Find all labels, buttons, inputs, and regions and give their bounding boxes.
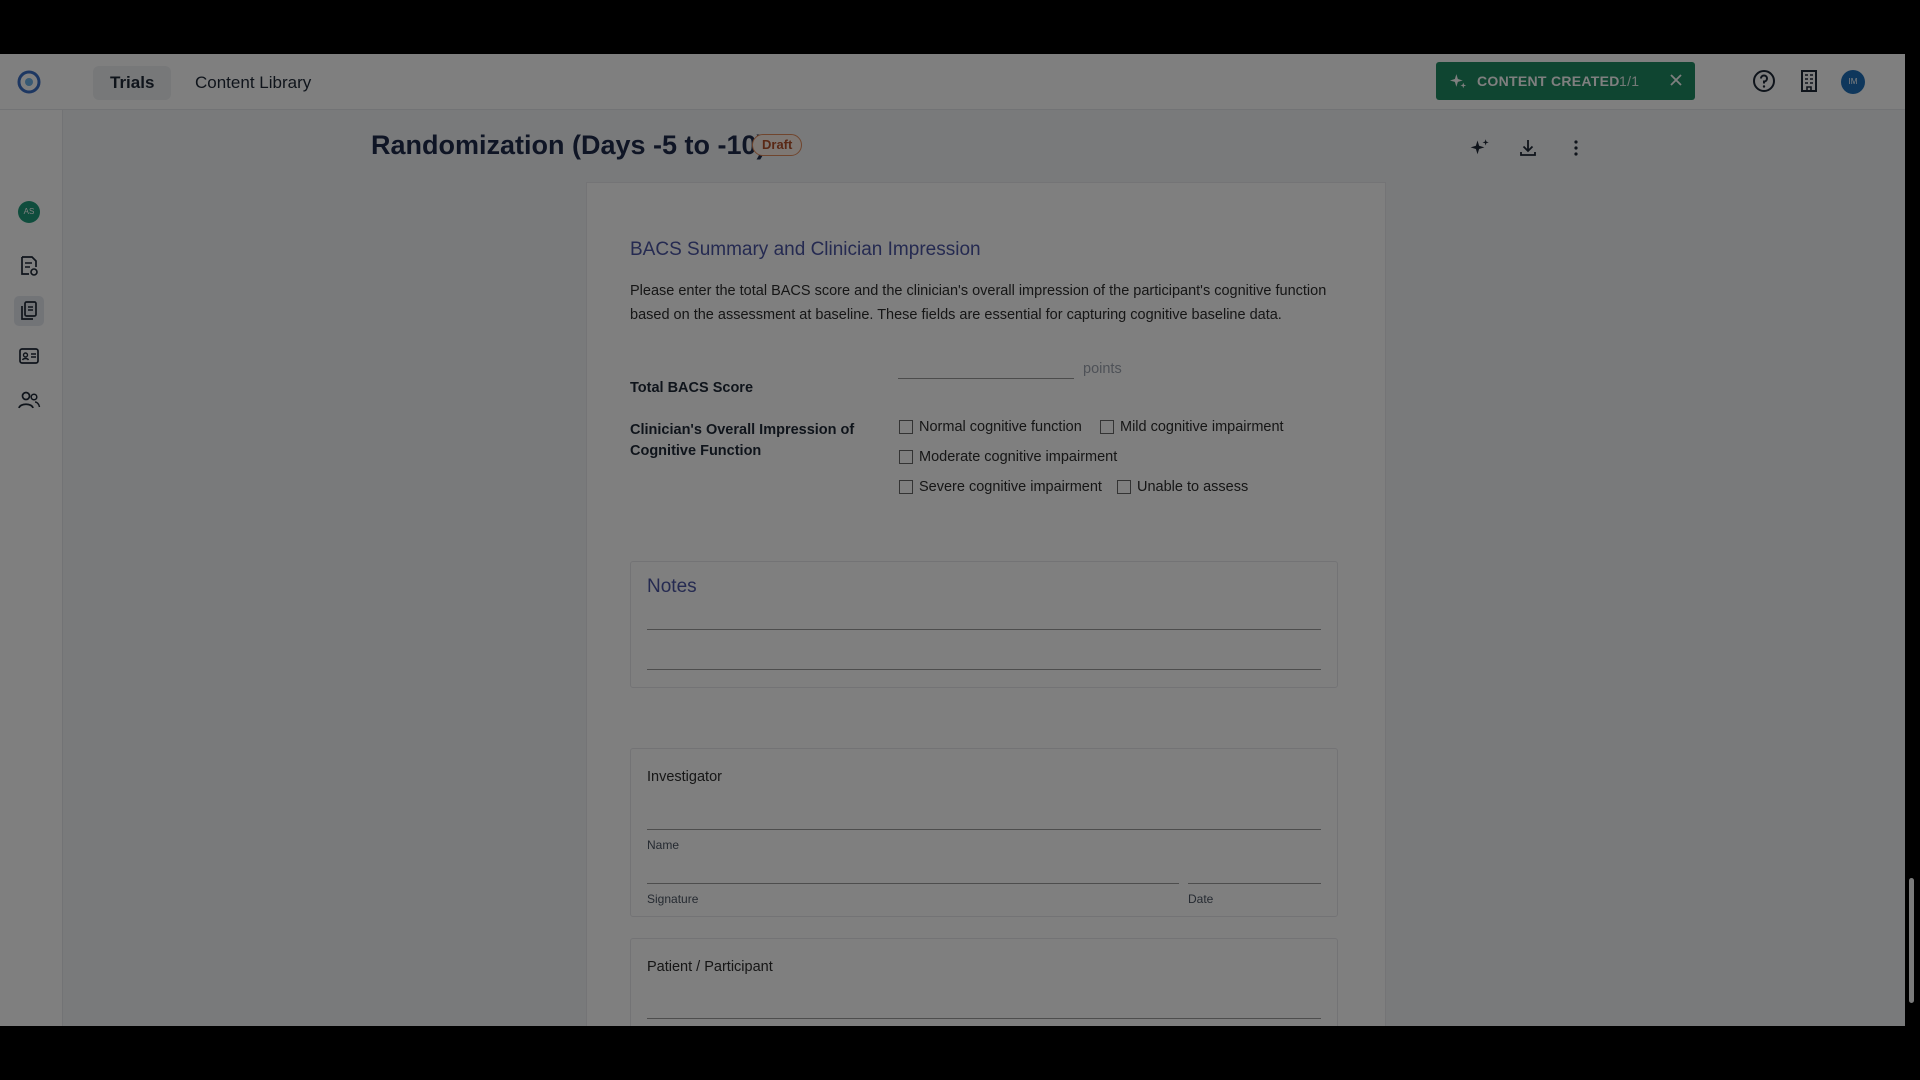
app-window: Trials Content Library CONTENT CREATED 1…	[0, 54, 1905, 1026]
modal-dim-overlay	[0, 54, 1905, 1026]
scrollbar-thumb[interactable]	[1909, 878, 1914, 1003]
